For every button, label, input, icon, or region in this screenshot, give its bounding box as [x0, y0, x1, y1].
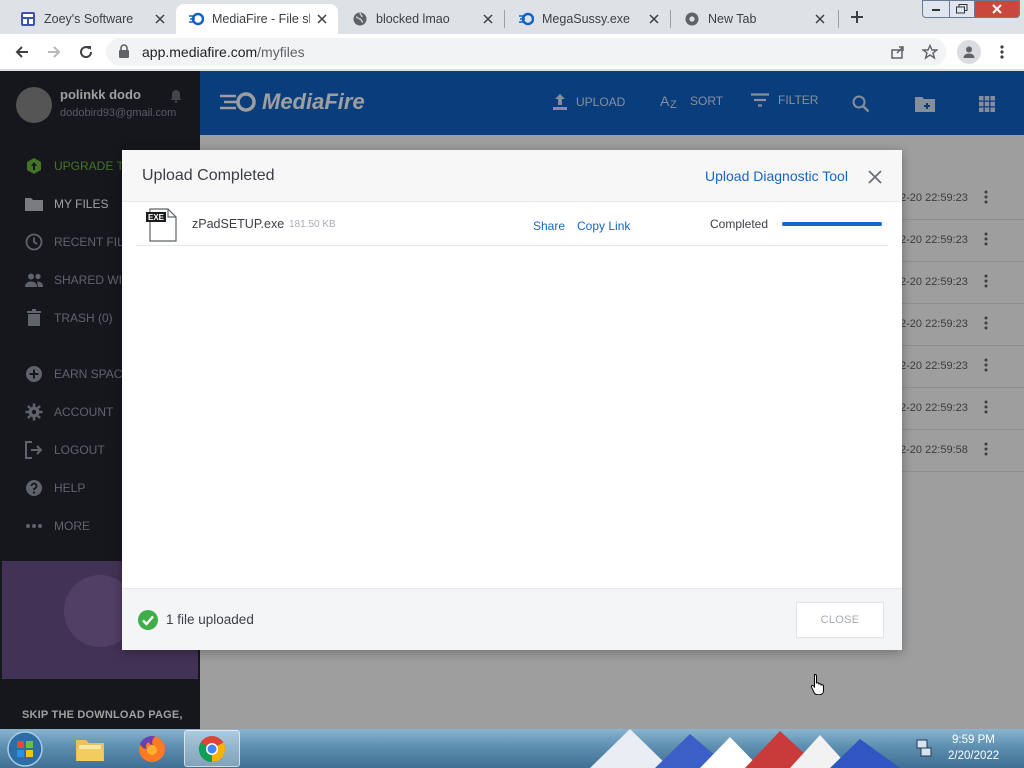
tab-title: MegaSussy.exe — [542, 12, 631, 26]
share-page-button[interactable] — [886, 40, 910, 64]
tab-divider — [504, 10, 505, 28]
tab-zoeys-software[interactable]: Zoey's Software — [8, 4, 176, 34]
plus-icon — [851, 11, 863, 23]
minimize-icon — [932, 9, 940, 11]
forward-button[interactable] — [42, 40, 66, 64]
lock-icon — [118, 44, 130, 63]
uploaded-file-row: EXE zPadSETUP.exe 181.50 KB Share Copy L… — [136, 204, 888, 246]
profile-button[interactable] — [957, 40, 981, 64]
back-arrow-icon — [15, 46, 28, 58]
dialog-close-icon[interactable] — [864, 166, 886, 188]
tab-divider — [670, 10, 671, 28]
tab-divider — [838, 10, 839, 28]
bookmark-button[interactable] — [918, 40, 942, 64]
windows-explorer-icon — [76, 739, 104, 761]
file-size: 181.50 KB — [289, 219, 336, 230]
browser-toolbar: app.mediafire.com/myfiles — [0, 34, 1024, 70]
back-button[interactable] — [10, 40, 34, 64]
hand-cursor-icon — [810, 673, 826, 700]
taskbar-chrome-button[interactable] — [184, 730, 240, 767]
close-button[interactable]: CLOSE — [796, 602, 884, 638]
browser-menu-button[interactable] — [990, 40, 1014, 64]
browser-tab-strip: Zoey's Software MediaFire - File sh bloc… — [0, 0, 1024, 34]
close-icon — [992, 4, 1002, 14]
exe-file-icon: EXE — [146, 208, 180, 242]
minimize-button[interactable] — [922, 0, 950, 18]
share-link[interactable]: Share — [533, 219, 565, 233]
mediafire-page: polinkk dodo dodobird93@gmail.com UPGRAD… — [0, 71, 1024, 729]
upload-diagnostic-tool-link[interactable]: Upload Diagnostic Tool — [705, 168, 848, 184]
clock-date[interactable]: 2/20/2022 — [948, 750, 999, 762]
close-tab-icon[interactable] — [646, 11, 662, 27]
files-uploaded-count: 1 file uploaded — [166, 612, 254, 627]
close-tab-icon[interactable] — [152, 11, 168, 27]
globe-icon — [352, 11, 368, 27]
taskbar-explorer-button[interactable] — [62, 730, 118, 767]
restore-icon — [956, 4, 968, 14]
url-host: app.mediafire.com — [142, 44, 258, 60]
profile-icon — [963, 46, 975, 58]
tab-title: MediaFire - File sh — [212, 12, 310, 26]
firefox-icon — [139, 735, 165, 762]
mediafire-icon — [188, 11, 204, 27]
mediafire-icon — [518, 11, 534, 27]
tab-megasussy[interactable]: MegaSussy.exe — [506, 4, 670, 34]
new-tab-button[interactable] — [844, 6, 870, 28]
wallpaper-artwork — [590, 729, 900, 768]
copy-link-button[interactable]: Copy Link — [577, 219, 630, 233]
tab-title: Zoey's Software — [44, 12, 134, 26]
svg-text:EXE: EXE — [148, 213, 165, 222]
close-tab-icon[interactable] — [812, 11, 828, 27]
kebab-menu-icon — [1000, 45, 1004, 59]
tab-blocked-lmao[interactable]: blocked lmao — [340, 4, 504, 34]
share-icon — [891, 46, 904, 59]
reload-icon — [80, 46, 93, 59]
url-text: app.mediafire.com/myfiles — [142, 44, 305, 60]
upload-status: Completed — [710, 217, 769, 231]
chrome-icon — [684, 11, 700, 27]
tab-title: New Tab — [708, 12, 757, 26]
url-path: /myfiles — [257, 44, 305, 60]
address-bar[interactable]: app.mediafire.com/myfiles — [106, 38, 946, 66]
dialog-title: Upload Completed — [142, 167, 275, 184]
upload-progress-bar — [782, 222, 882, 226]
progress-fill — [782, 222, 882, 226]
reload-button[interactable] — [74, 40, 98, 64]
windows-logo-icon — [7, 731, 43, 767]
chrome-icon — [198, 735, 226, 762]
close-tab-icon[interactable] — [480, 11, 496, 27]
clock-time[interactable]: 9:59 PM — [952, 734, 995, 746]
taskbar-firefox-button[interactable] — [124, 730, 180, 767]
upload-completed-dialog: Upload Completed Upload Diagnostic Tool … — [122, 150, 902, 650]
app-grid-icon — [20, 11, 36, 27]
tab-new-tab[interactable]: New Tab — [672, 4, 836, 34]
windows-taskbar: 9:59 PM 2/20/2022 — [0, 729, 1024, 768]
file-name: zPadSETUP.exe — [192, 217, 285, 231]
dialog-header: Upload Completed Upload Diagnostic Tool — [122, 150, 902, 202]
forward-arrow-icon — [48, 46, 61, 58]
star-icon — [922, 44, 938, 60]
window-close-button[interactable] — [974, 0, 1020, 18]
network-icon[interactable] — [916, 739, 932, 762]
tab-mediafire[interactable]: MediaFire - File sh — [176, 4, 338, 34]
close-tab-icon[interactable] — [314, 11, 330, 27]
restore-button[interactable] — [949, 0, 975, 18]
dialog-footer: 1 file uploaded CLOSE — [122, 588, 902, 650]
tab-title: blocked lmao — [376, 12, 450, 26]
start-button[interactable] — [6, 730, 44, 768]
check-circle-icon — [138, 610, 158, 630]
